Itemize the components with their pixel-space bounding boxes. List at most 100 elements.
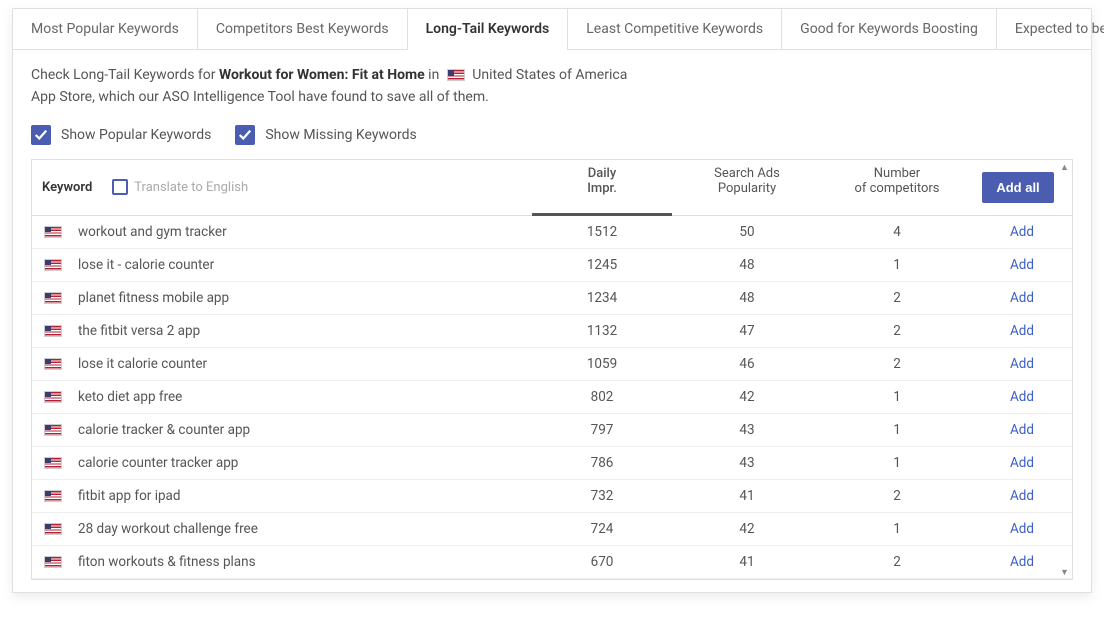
keyword-text: calorie tracker & counter app [78, 422, 250, 438]
add-link[interactable]: Add [1010, 521, 1034, 537]
desc-in: in [428, 67, 443, 83]
table-row: the fitbit versa 2 app1132472Add [32, 315, 1072, 348]
table-row: lose it calorie counter 1059462 Add [32, 348, 1072, 381]
us-flag-icon [44, 490, 62, 502]
table-row: workout and gym tracker 1512504 Add [32, 216, 1072, 249]
add-link[interactable]: Add [1010, 455, 1034, 471]
cell-num-competitors: 1 [822, 249, 972, 281]
keyword-text: lose it calorie counter [78, 356, 207, 372]
cell-search-ads-popularity: 50 [672, 216, 822, 248]
us-flag-icon [44, 391, 62, 403]
us-flag-icon [44, 358, 62, 370]
checkmark-icon [31, 125, 51, 145]
cell-num-competitors: 2 [822, 348, 972, 380]
keyword-text: lose it - calorie counter [78, 257, 214, 273]
table-row: calorie counter tracker app 786431 Add [32, 447, 1072, 480]
cell-search-ads-popularity: 41 [672, 480, 822, 512]
cell-num-competitors: 1 [822, 447, 972, 479]
cell-num-competitors: 1 [822, 414, 972, 446]
us-flag-icon [44, 523, 62, 535]
table-header: Keyword Translate to English Daily Impr.… [32, 160, 1072, 216]
add-link[interactable]: Add [1010, 356, 1034, 372]
cell-num-competitors: 2 [822, 282, 972, 314]
table-row: fiton workouts & fitness plans670412Add [32, 546, 1072, 579]
table-row: 28 day workout challenge free 724421 Add [32, 513, 1072, 546]
cell-daily-impr: 1512 [532, 216, 672, 248]
cell-num-competitors: 2 [822, 546, 972, 578]
cell-daily-impr: 724 [532, 513, 672, 545]
cell-search-ads-popularity: 42 [672, 513, 822, 545]
cell-search-ads-popularity: 48 [672, 249, 822, 281]
translate-checkbox[interactable]: Translate to English [112, 179, 248, 195]
cell-daily-impr: 1245 [532, 249, 672, 281]
add-link[interactable]: Add [1010, 554, 1034, 570]
add-link[interactable]: Add [1010, 323, 1034, 339]
us-flag-icon [44, 292, 62, 304]
cell-num-competitors: 4 [822, 216, 972, 248]
add-link[interactable]: Add [1010, 290, 1034, 306]
add-all-button[interactable]: Add all [982, 172, 1053, 203]
cell-daily-impr: 1132 [532, 315, 672, 347]
table-body[interactable]: workout and gym tracker1512504Addlose it… [32, 216, 1072, 579]
us-flag-icon [44, 226, 62, 238]
th-search-ads-popularity[interactable]: Search Ads Popularity [672, 160, 822, 215]
keyword-panel: Most Popular KeywordsCompetitors Best Ke… [12, 8, 1092, 593]
add-link[interactable]: Add [1010, 257, 1034, 273]
table-row: keto diet app free 802421 Add [32, 381, 1072, 414]
cell-daily-impr: 1234 [532, 282, 672, 314]
cell-daily-impr: 732 [532, 480, 672, 512]
cell-search-ads-popularity: 48 [672, 282, 822, 314]
show-missing-checkbox[interactable]: Show Missing Keywords [235, 125, 416, 145]
add-link[interactable]: Add [1010, 389, 1034, 405]
checkmark-icon [235, 125, 255, 145]
filter-bar: Show Popular Keywords Show Missing Keywo… [13, 119, 1091, 159]
cell-search-ads-popularity: 46 [672, 348, 822, 380]
table-row: fitbit app for ipad732412Add [32, 480, 1072, 513]
app-name: Workout for Women: Fit at Home [219, 67, 425, 83]
th-daily-impr[interactable]: Daily Impr. [532, 160, 672, 216]
translate-label: Translate to English [134, 180, 248, 195]
cell-num-competitors: 1 [822, 381, 972, 413]
scroll-down-icon[interactable]: ▼ [1060, 567, 1070, 577]
scroll-up-icon[interactable]: ▲ [1060, 162, 1070, 172]
us-flag-icon [44, 457, 62, 469]
keyword-table: Keyword Translate to English Daily Impr.… [31, 159, 1073, 580]
keyword-text: workout and gym tracker [78, 224, 227, 240]
cell-search-ads-popularity: 47 [672, 315, 822, 347]
table-row: calorie tracker & counter app797431Add [32, 414, 1072, 447]
table-row: planet fitness mobile app1234482Add [32, 282, 1072, 315]
us-flag-icon [44, 424, 62, 436]
tab-expected-to-be-trending[interactable]: Expected to be Trending [997, 9, 1104, 49]
add-link[interactable]: Add [1010, 422, 1034, 438]
us-flag-icon [44, 325, 62, 337]
keyword-text: fitbit app for ipad [78, 488, 181, 504]
checkbox-empty-icon [112, 179, 128, 195]
tab-bar: Most Popular KeywordsCompetitors Best Ke… [13, 9, 1091, 50]
keyword-text: keto diet app free [78, 389, 182, 405]
keyword-text: 28 day workout challenge free [78, 521, 258, 537]
cell-search-ads-popularity: 41 [672, 546, 822, 578]
tab-good-for-keywords-boosting[interactable]: Good for Keywords Boosting [782, 9, 997, 49]
tab-least-competitive-keywords[interactable]: Least Competitive Keywords [568, 9, 782, 49]
add-link[interactable]: Add [1010, 224, 1034, 240]
show-popular-label: Show Popular Keywords [61, 127, 211, 143]
cell-daily-impr: 786 [532, 447, 672, 479]
show-popular-checkbox[interactable]: Show Popular Keywords [31, 125, 211, 145]
tab-most-popular-keywords[interactable]: Most Popular Keywords [13, 9, 198, 49]
desc-prefix: Check Long-Tail Keywords for [31, 67, 219, 83]
table-row: lose it - calorie counter 1245481 Add [32, 249, 1072, 282]
cell-num-competitors: 1 [822, 513, 972, 545]
country-name: United States of America [472, 67, 627, 83]
cell-search-ads-popularity: 42 [672, 381, 822, 413]
cell-daily-impr: 670 [532, 546, 672, 578]
cell-daily-impr: 802 [532, 381, 672, 413]
tab-long-tail-keywords[interactable]: Long-Tail Keywords [408, 9, 569, 49]
tab-competitors-best-keywords[interactable]: Competitors Best Keywords [198, 9, 408, 49]
keyword-text: calorie counter tracker app [78, 455, 238, 471]
cell-daily-impr: 1059 [532, 348, 672, 380]
cell-search-ads-popularity: 43 [672, 414, 822, 446]
add-link[interactable]: Add [1010, 488, 1034, 504]
th-actions: Add all [972, 160, 1072, 215]
cell-search-ads-popularity: 43 [672, 447, 822, 479]
th-number-competitors[interactable]: Number of competitors [822, 160, 972, 215]
